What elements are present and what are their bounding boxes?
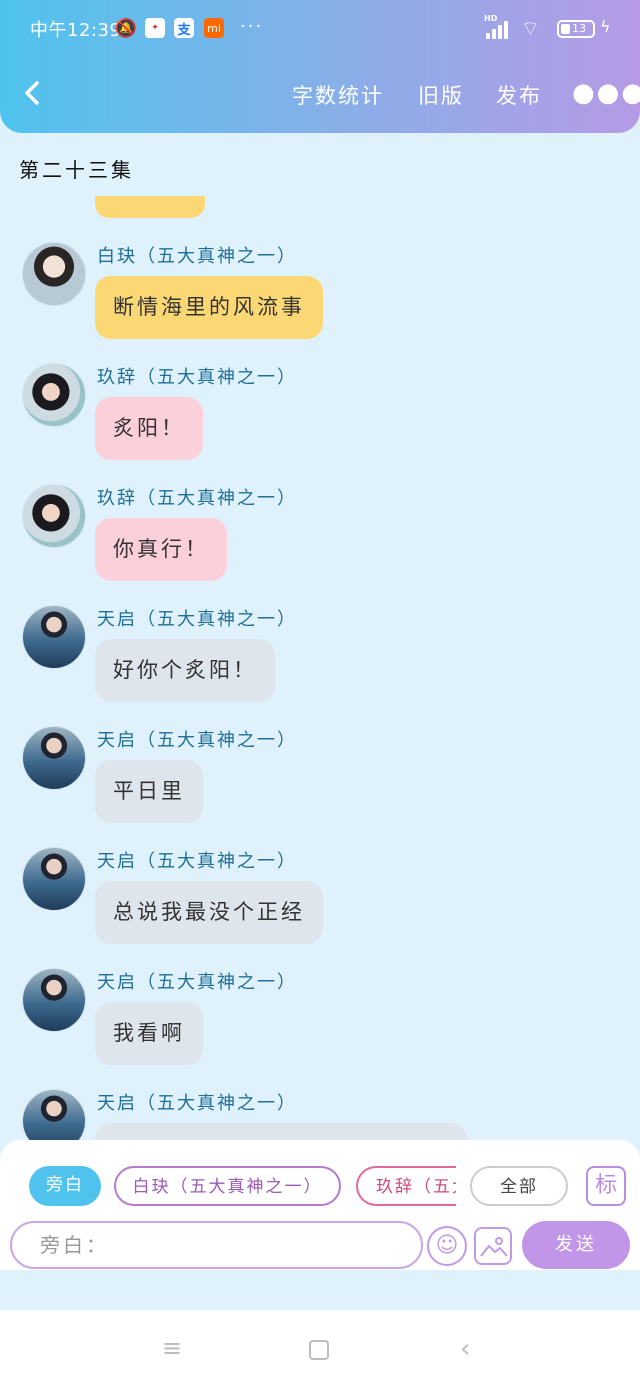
message-bubble[interactable]: 好你个炙阳！: [95, 639, 275, 702]
emoji-icon[interactable]: ☺: [427, 1226, 467, 1266]
message-bubble[interactable]: 总说我最没个正经: [95, 881, 323, 944]
avatar-tianqi[interactable]: [22, 605, 86, 669]
bell-muted-icon: 🔕: [114, 17, 138, 39]
speaker-name: 天启（五大真神之一）: [97, 730, 297, 751]
avatar-tianqi[interactable]: [22, 847, 86, 911]
chat-message: 天启（五大真神之一） 我看啊: [0, 968, 640, 1089]
message-bubble[interactable]: 炙阳！: [95, 397, 203, 460]
wifi-icon: ⌔: [521, 16, 540, 40]
avatar-jiuci[interactable]: [22, 363, 86, 427]
message-bubble[interactable]: 平日里: [95, 760, 203, 823]
speaker-name: 玖辞（五大真神之一）: [97, 367, 297, 388]
publish-button[interactable]: 发布: [496, 80, 542, 110]
back-button[interactable]: [20, 78, 50, 112]
chat-message: 天启（五大真神之一） 平日里: [0, 726, 640, 847]
speaker-name: 天启（五大真神之一）: [97, 609, 297, 630]
role-chip-jiuci[interactable]: 玖辞（五大真神之一）: [356, 1166, 456, 1206]
chat-list[interactable]: 白玦（五大真神之一） 断情海里的风流事 玖辞（五大真神之一） 炙阳！ 玖辞（五大…: [0, 196, 640, 1140]
avatar-baijue[interactable]: [22, 242, 86, 306]
status-bar: 中午12:39 🔕 ✦ 支 mi ··· HD ⌔ 13 ϟ: [0, 0, 640, 58]
previous-bubble-tail: [95, 196, 205, 218]
message-bubble[interactable]: 我看啊: [95, 1002, 203, 1065]
signal-icon: [484, 19, 514, 39]
status-time: 中午12:39: [30, 20, 122, 41]
role-chip-baijue[interactable]: 白玦（五大真神之一）: [114, 1166, 341, 1206]
message-input[interactable]: 旁白：: [10, 1221, 423, 1269]
menu-icon[interactable]: ≡: [162, 1334, 182, 1362]
chat-message: 天启（五大真神之一） 总说我最没个正经: [0, 847, 640, 968]
avatar-tianqi[interactable]: [22, 1089, 86, 1140]
top-header: 中午12:39 🔕 ✦ 支 mi ··· HD ⌔ 13 ϟ 字数统计 旧版 发…: [0, 0, 640, 133]
chat-message: 白玦（五大真神之一） 断情海里的风流事: [0, 242, 640, 363]
home-icon[interactable]: [309, 1340, 329, 1360]
compose-panel: 旁白 白玦（五大真神之一） 玖辞（五大真神之一） 全部 标 旁白： ☺ 发送: [0, 1140, 640, 1270]
word-count-button[interactable]: 字数统计: [292, 80, 384, 110]
old-version-button[interactable]: 旧版: [418, 80, 464, 110]
charging-icon: ϟ: [600, 17, 611, 36]
more-menu-button[interactable]: ●●●: [572, 78, 640, 108]
message-bubble[interactable]: 你真行！: [95, 518, 227, 581]
episode-title: 第二十三集: [19, 158, 134, 182]
app-notification-icon: ✦: [145, 18, 165, 38]
image-icon[interactable]: [474, 1227, 512, 1265]
avatar-tianqi[interactable]: [22, 726, 86, 790]
chevron-left-icon: [25, 81, 39, 105]
avatar-jiuci[interactable]: [22, 484, 86, 548]
speaker-name: 天启（五大真神之一）: [97, 851, 297, 872]
chat-message: 玖辞（五大真神之一） 炙阳！: [0, 363, 640, 484]
send-button[interactable]: 发送: [522, 1221, 630, 1269]
mi-icon: mi: [204, 18, 224, 38]
speaker-name: 白玦（五大真神之一）: [97, 246, 297, 267]
chat-message: 天启（五大真神之一）: [0, 1089, 640, 1140]
avatar-tianqi[interactable]: [22, 968, 86, 1032]
more-notifications-icon: ···: [240, 16, 264, 37]
chat-message: 玖辞（五大真神之一） 你真行！: [0, 484, 640, 605]
role-chip-all[interactable]: 全部: [470, 1166, 568, 1206]
chat-message: 天启（五大真神之一） 好你个炙阳！: [0, 605, 640, 726]
alipay-icon: 支: [174, 18, 194, 38]
message-bubble[interactable]: 断情海里的风流事: [95, 276, 323, 339]
role-chip-narration[interactable]: 旁白: [29, 1166, 101, 1206]
system-nav-bar: ≡ ‹: [0, 1310, 640, 1387]
speaker-name: 天启（五大真神之一）: [97, 1093, 297, 1114]
speaker-name: 玖辞（五大真神之一）: [97, 488, 297, 509]
mark-button[interactable]: 标: [586, 1166, 626, 1206]
message-bubble[interactable]: [95, 1123, 467, 1140]
back-icon[interactable]: ‹: [460, 1334, 470, 1364]
battery-level: 13: [572, 22, 586, 35]
speaker-name: 天启（五大真神之一）: [97, 972, 297, 993]
battery-icon: 13: [557, 20, 595, 38]
